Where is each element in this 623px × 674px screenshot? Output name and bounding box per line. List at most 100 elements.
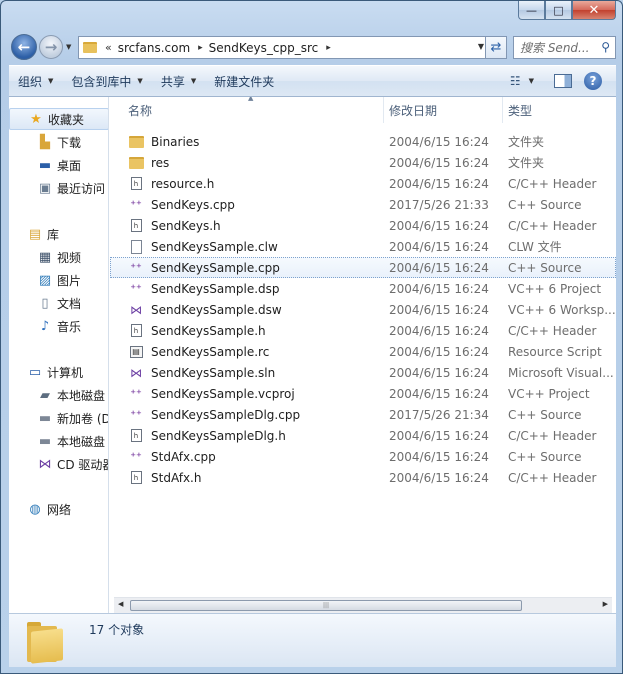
file-name: SendKeysSample.sln [151, 365, 276, 380]
documents-icon: ▯ [41, 295, 49, 311]
sidebar-item-label: 库 [47, 227, 60, 242]
table-row[interactable]: ⋈ SendKeysSample.dsw 2004/6/15 16:24 VC++ 6… [110, 299, 616, 320]
table-row[interactable]: ⁺⁺ SendKeys.cpp 2017/5/26 21:33 C++ Source [110, 194, 616, 215]
close-button[interactable]: ✕ [572, 1, 616, 20]
organize-menu[interactable]: 组织 ▼ [9, 66, 62, 96]
sidebar-item-documents[interactable]: ▯ 文档 [9, 292, 108, 314]
file-date: 2004/6/15 16:24 [389, 470, 489, 485]
search-box[interactable]: ⚲ [513, 36, 616, 59]
column-header-date[interactable]: 修改日期 [384, 97, 503, 123]
column-header-name[interactable]: ▲ 名称 [110, 97, 384, 123]
file-name: SendKeysSample.dsw [151, 302, 282, 317]
cpp-file-icon: ⁺⁺ [130, 198, 142, 211]
sidebar-item-local-disk-2[interactable]: ▬ 本地磁盘 [9, 430, 108, 452]
maximize-button[interactable]: □ [545, 1, 572, 20]
search-icon[interactable]: ⚲ [601, 40, 610, 54]
sidebar-item-favorites[interactable]: ★ 收藏夹 [9, 108, 108, 130]
sidebar-item-desktop[interactable]: ▬ 桌面 [9, 154, 108, 176]
table-row[interactable]: h resource.h 2004/6/15 16:24 C/C++ Header [110, 173, 616, 194]
file-name-cell: h StdAfx.h [128, 470, 201, 486]
sidebar-item-computer[interactable]: ▭ 计算机 [9, 361, 108, 383]
sidebar-item-local-disk[interactable]: ▰ 本地磁盘 [9, 384, 108, 406]
sidebar-item-recent[interactable]: ▣ 最近访问 [9, 177, 108, 199]
main-area: ★ 收藏夹 ▙ 下载 ▬ 桌面 ▣ 最近访问 ▤ 库 ▦ 视频 ▨ 图片 ▯ 文… [9, 97, 616, 613]
refresh-button[interactable]: ⇄ [485, 36, 507, 59]
include-in-library-label: 包含到库中 [71, 74, 132, 89]
horizontal-scrollbar[interactable]: ◀ ||| ▶ [114, 597, 612, 613]
sort-ascending-icon: ▲ [248, 97, 254, 102]
system-drive-icon: ▰ [40, 387, 50, 403]
file-name-cell: h SendKeysSample.h [128, 323, 266, 339]
search-input[interactable] [520, 40, 600, 55]
sidebar-item-label: CD 驱动器 [57, 457, 109, 472]
breadcrumb-segment[interactable]: srcfans.com [118, 41, 190, 55]
table-row[interactable]: ⁺⁺ SendKeysSampleDlg.cpp 2017/5/26 21:34 C+… [110, 404, 616, 425]
column-header-label: 名称 [128, 103, 153, 118]
file-name: SendKeysSample.dsp [151, 281, 280, 296]
new-folder-button[interactable]: 新建文件夹 [205, 66, 283, 96]
table-row[interactable]: ⁺⁺ SendKeysSample.dsp 2004/6/15 16:24 VC++ … [110, 278, 616, 299]
address-bar[interactable]: « srcfans.com ▸ SendKeys_cpp_src ▸ ▼ [78, 36, 491, 59]
back-button[interactable]: ← [11, 34, 37, 60]
sidebar-item-network[interactable]: ◍ 网络 [9, 498, 108, 520]
scroll-right-icon[interactable]: ▶ [603, 600, 608, 608]
address-overflow-chevron[interactable]: « [105, 41, 112, 54]
table-row[interactable]: ⋈ SendKeysSample.sln 2004/6/15 16:24 Micros… [110, 362, 616, 383]
file-name-cell: h SendKeys.h [128, 218, 221, 234]
file-name: SendKeys.h [151, 218, 221, 233]
preview-pane-button[interactable] [554, 74, 572, 88]
sidebar-item-videos[interactable]: ▦ 视频 [9, 246, 108, 268]
table-row[interactable]: h SendKeys.h 2004/6/15 16:24 C/C++ Header [110, 215, 616, 236]
minimize-button[interactable]: — [518, 1, 545, 20]
table-row[interactable]: h SendKeysSample.h 2004/6/15 16:24 C/C++ He… [110, 320, 616, 341]
breadcrumb-separator-icon[interactable]: ▸ [326, 43, 331, 53]
pictures-icon: ▨ [38, 272, 52, 288]
sidebar-item-music[interactable]: ♪ 音乐 [9, 315, 108, 337]
sidebar-item-pictures[interactable]: ▨ 图片 [9, 269, 108, 291]
table-row[interactable]: ⁺⁺ SendKeysSample.vcproj 2004/6/15 16:24 VC… [110, 383, 616, 404]
file-name: StdAfx.cpp [151, 449, 216, 464]
sidebar-item-new-volume[interactable]: ▬ 新加卷 (D [9, 407, 108, 429]
file-date: 2004/6/15 16:24 [389, 281, 489, 296]
header-file-icon: h [128, 323, 144, 339]
column-header-type[interactable]: 类型 [503, 97, 616, 123]
include-in-library-menu[interactable]: 包含到库中 ▼ [62, 66, 151, 96]
breadcrumb-segment[interactable]: SendKeys_cpp_src [209, 41, 319, 55]
file-name-cell: ⋈ SendKeysSample.sln [128, 365, 275, 381]
table-row[interactable]: ⁺⁺ SendKeysSample.cpp 2004/6/15 16:24 C++ S… [110, 257, 616, 278]
table-row[interactable]: SendKeysSample.clw 2004/6/15 16:24 CLW 文件 [110, 236, 616, 257]
navigation-pane[interactable]: ★ 收藏夹 ▙ 下载 ▬ 桌面 ▣ 最近访问 ▤ 库 ▦ 视频 ▨ 图片 ▯ 文… [9, 97, 109, 613]
library-icon: ▤ [28, 226, 42, 242]
file-date: 2004/6/15 16:24 [389, 344, 489, 359]
scroll-left-icon[interactable]: ◀ [118, 600, 123, 608]
cpp-file-icon: ⁺⁺ [130, 282, 142, 295]
address-dropdown-icon[interactable]: ▼ [478, 42, 484, 51]
file-date: 2017/5/26 21:34 [389, 407, 489, 422]
video-icon: ▦ [38, 249, 52, 265]
table-row[interactable]: h SendKeysSampleDlg.h 2004/6/15 16:24 C/C++… [110, 425, 616, 446]
change-view-button[interactable]: ☷ ▼ [502, 74, 542, 88]
file-name: StdAfx.h [151, 470, 202, 485]
table-row[interactable]: Binaries 2004/6/15 16:24 文件夹 [110, 131, 616, 152]
desktop-icon: ▬ [38, 157, 52, 173]
breadcrumb-separator-icon[interactable]: ▸ [198, 43, 203, 53]
table-row[interactable]: h StdAfx.h 2004/6/15 16:24 C/C++ Header [110, 467, 616, 488]
music-icon: ♪ [40, 318, 50, 334]
sidebar-item-cd-drive[interactable]: ⋈ CD 驱动器 [9, 453, 109, 475]
sidebar-item-libraries[interactable]: ▤ 库 [9, 223, 108, 245]
table-row[interactable]: ⁺⁺ StdAfx.cpp 2004/6/15 16:24 C++ Source [110, 446, 616, 467]
file-name-cell: ⁺⁺ SendKeys.cpp [128, 197, 235, 213]
table-row[interactable]: res 2004/6/15 16:24 文件夹 [110, 152, 616, 173]
sidebar-item-downloads[interactable]: ▙ 下载 [9, 131, 108, 153]
table-row[interactable]: ▤ SendKeysSample.rc 2004/6/15 16:24 Resourc… [110, 341, 616, 362]
recent-pages-dropdown[interactable]: ▼ [66, 43, 71, 51]
scrollbar-thumb[interactable]: ||| [130, 600, 522, 611]
vs-solution-icon: ⋈ [130, 302, 142, 317]
explorer-window: — □ ✕ ← → ▼ « srcfans.com ▸ SendKeys_cpp… [0, 0, 623, 674]
help-button[interactable]: ? [584, 72, 602, 90]
share-menu[interactable]: 共享 ▼ [152, 66, 205, 96]
file-list-pane[interactable]: ▲ 名称 修改日期 类型 Binaries 2004/6/15 16:24 文件夹 r… [110, 97, 616, 613]
chevron-down-icon: ▼ [137, 77, 143, 85]
forward-button[interactable]: → [39, 35, 63, 59]
chevron-down-icon: ▼ [528, 77, 534, 85]
